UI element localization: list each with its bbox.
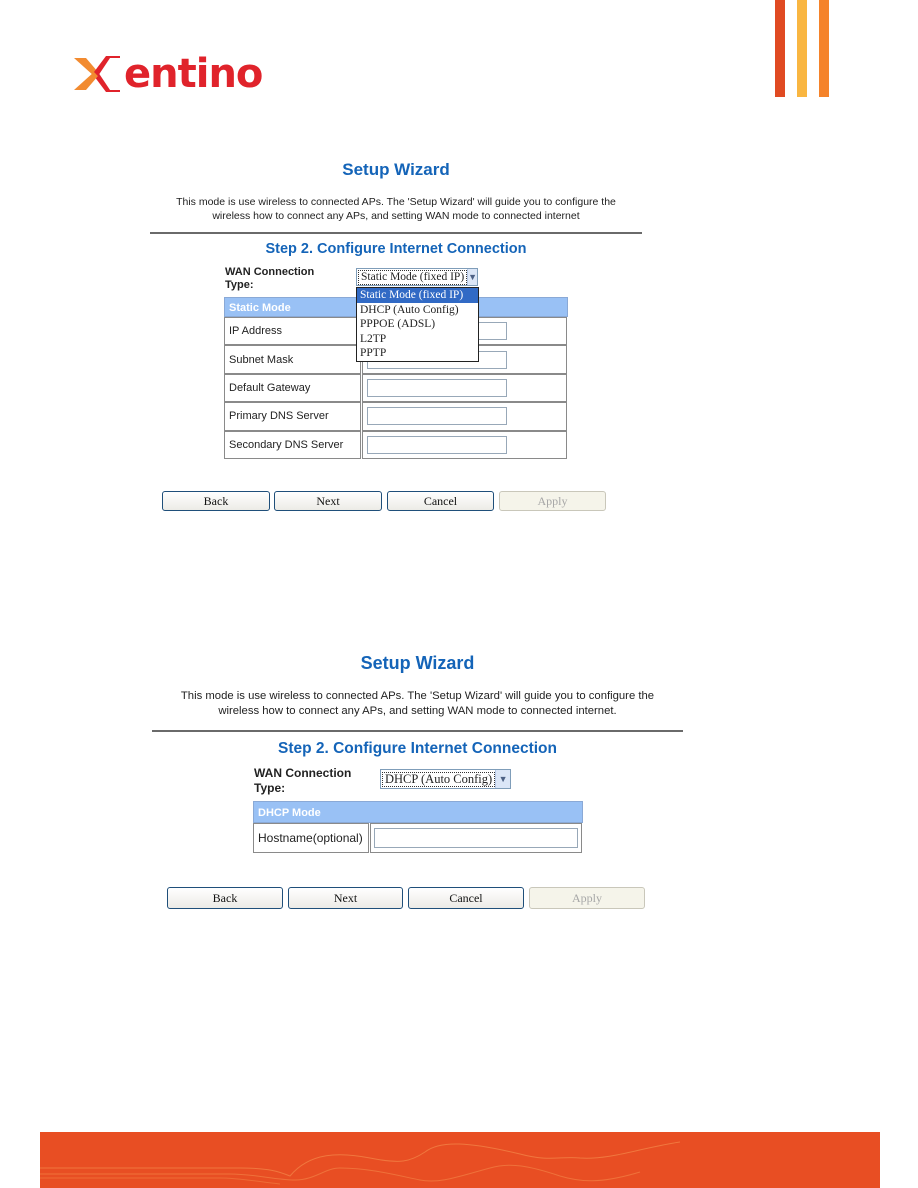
table-row: Hostname(optional) [253, 823, 583, 853]
wizard-title: Setup Wizard [342, 160, 450, 179]
wan-connection-type-select[interactable]: DHCP (Auto Config) ▼ [380, 769, 511, 789]
table-header: DHCP Mode [253, 801, 583, 823]
setup-wizard-panel-dhcp: Setup Wizard This mode is use wireless t… [152, 650, 683, 915]
default-gateway-input[interactable] [367, 378, 507, 397]
dhcp-mode-table: DHCP Mode Hostname(optional) [253, 801, 583, 853]
step-title: Step 2. Configure Internet Connection [277, 740, 557, 757]
wizard-description: This mode is use wireless to connected A… [152, 689, 683, 719]
decor-stripe-red [775, 0, 785, 97]
divider [150, 232, 642, 234]
field-cell [362, 430, 567, 459]
field-label: Subnet Mask [224, 345, 361, 374]
chevron-down-icon[interactable]: ▼ [467, 269, 478, 285]
wizard-title: Setup Wizard [360, 653, 475, 673]
cancel-button[interactable]: Cancel [387, 491, 494, 511]
decor-stripe-orange [819, 0, 829, 97]
description-line-2: wireless how to connect any APs, and set… [212, 210, 580, 222]
table-row: Default Gateway [224, 373, 568, 403]
decor-stripe-yellow [797, 0, 807, 97]
field-cell [370, 823, 582, 853]
back-button[interactable]: Back [167, 887, 283, 909]
description-line-2: wireless how to connect any APs, and set… [218, 705, 617, 717]
dropdown-option-pppoe[interactable]: PPPOE (ADSL) [357, 317, 478, 332]
logo-text: entino [124, 51, 263, 97]
setup-wizard-panel-static: Setup Wizard This mode is use wireless t… [150, 155, 642, 515]
wan-type-dropdown-list[interactable]: Static Mode (fixed IP) DHCP (Auto Config… [356, 287, 479, 362]
step-title: Step 2. Configure Internet Connection [265, 241, 527, 257]
table-row: Primary DNS Server [224, 402, 568, 431]
field-label: IP Address [224, 317, 361, 346]
dropdown-option-static[interactable]: Static Mode (fixed IP) [357, 288, 478, 303]
chevron-down-icon[interactable]: ▼ [495, 770, 510, 788]
primary-dns-input[interactable] [367, 407, 507, 426]
footer-wave-lines-icon [40, 1141, 681, 1185]
wan-label-line-1: WAN Connection [225, 266, 315, 278]
xentino-logo: entino [72, 51, 263, 97]
logo-x-mark-icon [74, 56, 120, 92]
secondary-dns-input[interactable] [367, 435, 507, 454]
wizard-description: This mode is use wireless to connected A… [150, 195, 642, 223]
wan-label-line-1: WAN Connection [254, 766, 352, 780]
hostname-input[interactable] [374, 828, 578, 848]
selected-value: DHCP (Auto Config) [382, 771, 496, 787]
back-button[interactable]: Back [162, 491, 270, 511]
dropdown-option-pptp[interactable]: PPTP [357, 346, 478, 361]
wan-connection-type-label: WAN Connection Type: [254, 766, 351, 796]
selected-value: Static Mode (fixed IP) [358, 269, 468, 285]
cancel-button[interactable]: Cancel [408, 887, 524, 909]
wan-connection-type-label: WAN Connection Type: [225, 266, 314, 292]
field-cell [362, 373, 567, 403]
description-line-1: This mode is use wireless to connected A… [180, 690, 655, 702]
wan-label-line-2: Type: [254, 781, 286, 795]
field-label: Secondary DNS Server [224, 430, 361, 459]
field-label: Default Gateway [224, 373, 361, 403]
field-cell [362, 402, 567, 431]
dropdown-option-l2tp[interactable]: L2TP [357, 332, 478, 347]
dropdown-option-dhcp[interactable]: DHCP (Auto Config) [357, 303, 478, 318]
field-label: Hostname(optional) [253, 823, 369, 853]
description-line-1: This mode is use wireless to connected A… [176, 196, 616, 208]
next-button[interactable]: Next [274, 491, 382, 511]
apply-button[interactable]: Apply [499, 491, 606, 511]
wan-label-line-2: Type: [225, 279, 254, 291]
wan-connection-type-select[interactable]: Static Mode (fixed IP) ▼ [356, 268, 478, 286]
next-button[interactable]: Next [288, 887, 403, 909]
divider [152, 730, 683, 732]
table-row: Secondary DNS Server [224, 430, 568, 459]
apply-button[interactable]: Apply [529, 887, 645, 909]
field-label: Primary DNS Server [224, 402, 361, 431]
footer-decor-band [40, 1132, 880, 1188]
